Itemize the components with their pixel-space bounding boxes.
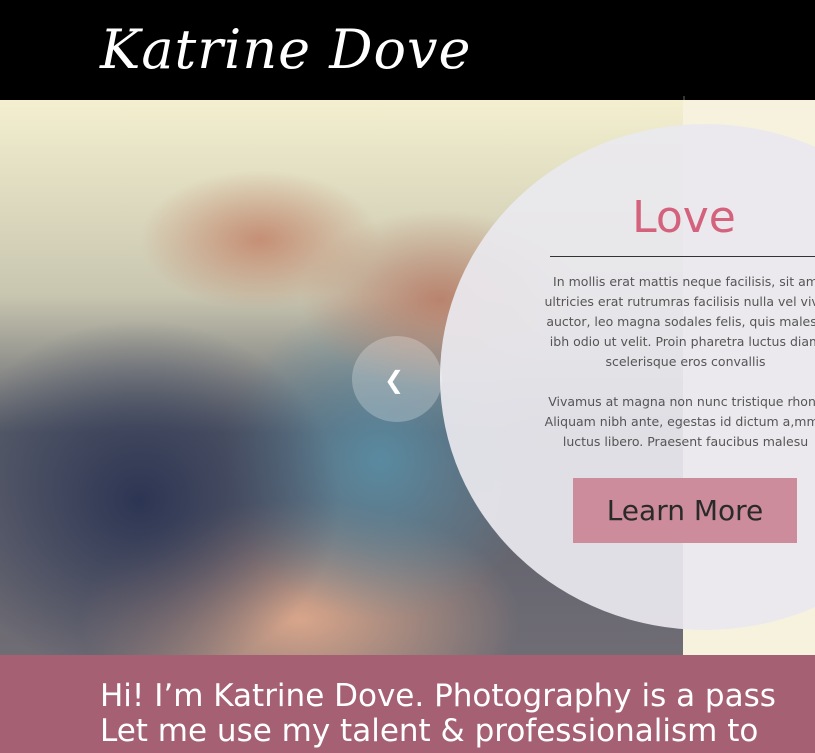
site-header: Katrine Dove bbox=[0, 0, 815, 100]
intro-line-2: Let me use my talent & professionalism t… bbox=[100, 713, 759, 749]
title-divider bbox=[550, 256, 815, 257]
slider-prev-button[interactable]: ❮ bbox=[352, 336, 442, 422]
intro-text: Hi! I’m Katrine Dove. Photography is a p… bbox=[100, 679, 815, 749]
hero-slider: Love In mollis erat mattis neque facilis… bbox=[0, 100, 815, 655]
slide-title: Love bbox=[632, 192, 736, 243]
intro-banner: Hi! I’m Katrine Dove. Photography is a p… bbox=[0, 655, 815, 753]
chevron-left-icon: ❮ bbox=[384, 366, 405, 394]
site-logo[interactable]: Katrine Dove bbox=[100, 10, 472, 90]
intro-line-1: Hi! I’m Katrine Dove. Photography is a p… bbox=[100, 678, 776, 714]
learn-more-button[interactable]: Learn More bbox=[573, 478, 797, 543]
slide-text: In mollis erat mattis neque facilisis, s… bbox=[544, 274, 815, 449]
